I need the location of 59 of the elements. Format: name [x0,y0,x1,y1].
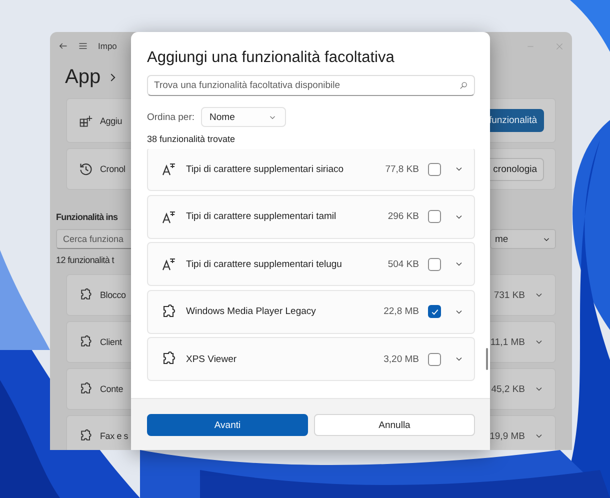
feature-name: Fax e s [100,431,128,441]
search-field[interactable]: Trova una funzionalità facoltativa disponibile [147,75,475,96]
checkbox[interactable] [428,305,441,318]
feature-size: 77,8 KB [385,164,419,174]
feature-item[interactable]: Windows Media Player Legacy 22,8 MB [147,290,475,334]
puzzle-icon [161,351,177,367]
sort-dropdown[interactable]: Nome [200,107,286,127]
checkbox[interactable] [428,352,441,366]
checkbox[interactable] [428,162,441,176]
window-title: Impo [98,41,117,51]
puzzle-icon [79,429,93,443]
puzzle-icon [79,335,93,349]
cancel-button[interactable]: Annulla [314,414,475,436]
close-icon [555,42,564,50]
feature-item[interactable]: Tipi di carattere supplementari telugu 504 KB [147,242,475,286]
feature-count: 38 funzionalità trovate [147,134,236,144]
feature-count: 12 funzionalità t [56,255,114,265]
puzzle-icon [79,382,93,396]
feature-size: 504 KB [388,258,419,270]
scrollbar-thumb[interactable] [486,348,488,370]
card-label: Cronol [100,164,126,174]
feature-item[interactable]: Tipi di carattere supplementari tamil 296 KB [147,194,475,238]
feature-size: 3,20 MB [384,354,419,364]
font-icon [161,161,177,177]
back-icon [58,41,68,51]
history-icon [79,162,93,176]
checkbox[interactable] [428,210,441,223]
check-icon [430,306,440,316]
feature-name: XPS Viewer [186,354,238,364]
feature-size: 296 KB [388,211,419,222]
breadcrumb[interactable]: App [65,66,101,88]
font-icon [161,256,177,272]
sort-dropdown[interactable]: me [490,229,556,249]
add-grid-icon [79,114,93,128]
feature-name: Tipi di carattere supplementari siriaco [186,164,345,174]
sort-label: Ordina per: [147,112,195,122]
feature-size: 731 KB [494,290,525,300]
font-icon [161,208,177,224]
puzzle-icon [161,304,177,320]
feature-size: 22,8 MB [384,306,419,317]
feature-name: Client [100,337,122,347]
card-label: Aggiu [100,116,122,126]
feature-item[interactable]: Tipi di carattere supplementari siriaco 77,8 KB [147,149,475,191]
dialog-title: Aggiungi una funzionalità facoltativa [147,48,396,67]
feature-name: Tipi di carattere supplementari tamil [186,211,338,222]
feature-size: 19,9 MB [490,430,525,442]
feature-size: 45,2 KB [491,384,525,394]
feature-item[interactable]: XPS Viewer 3,20 MB [147,337,475,381]
search-icon [459,81,468,90]
feature-name: Windows Media Player Legacy [186,306,317,317]
section-title: Funzionalità ins [56,212,118,222]
feature-name: Blocco [100,290,126,300]
feature-name: Conte [100,384,124,394]
next-button[interactable]: Avanti [147,414,308,436]
feature-name: Tipi di carattere supplementari telugu [186,258,343,270]
menu-icon [78,41,88,51]
feature-size: 11,1 MB [490,336,525,348]
puzzle-icon [79,288,93,302]
checkbox[interactable] [428,258,441,270]
